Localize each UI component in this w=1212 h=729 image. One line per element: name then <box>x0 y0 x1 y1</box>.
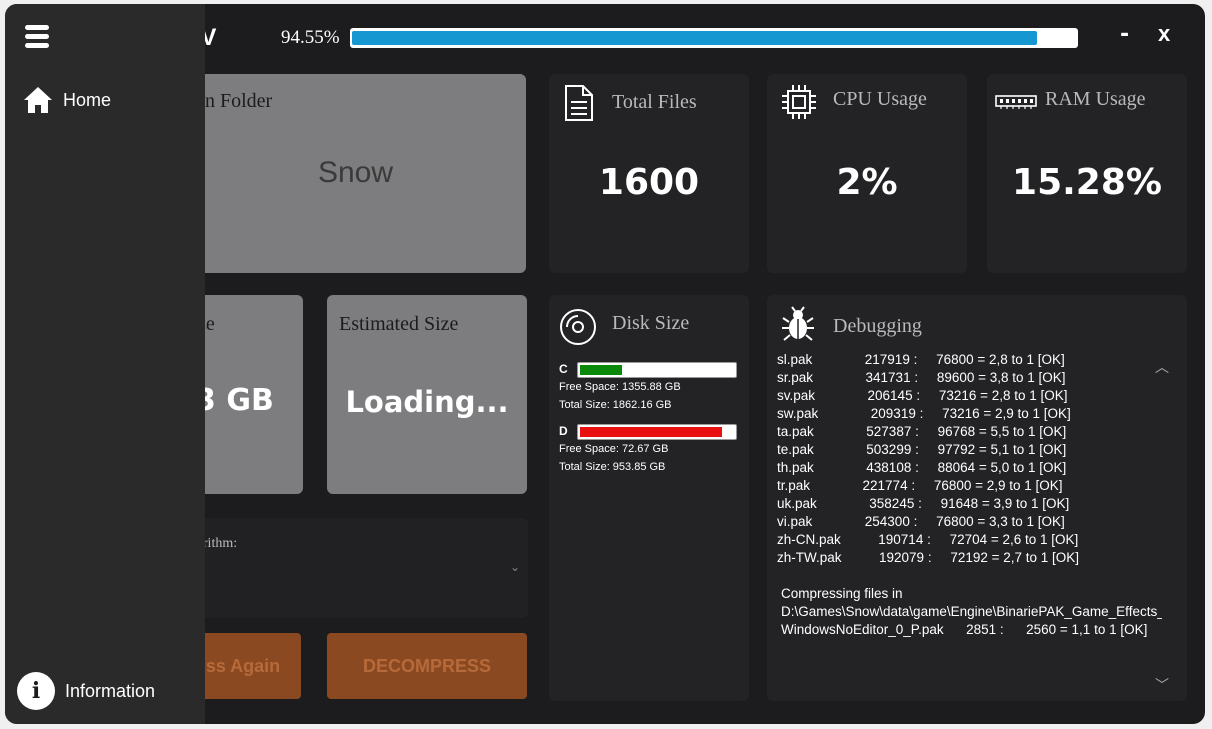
sidebar-item-label: Information <box>65 680 156 701</box>
log-row: vi.pak 254300 : 76800 = 3,3 to 1 [OK] <box>777 514 1065 529</box>
log-row: sv.pak 206145 : 73216 = 2,8 to 1 [OK] <box>777 388 1068 403</box>
disk-icon <box>560 309 596 345</box>
log-row: te.pak 503299 : 97792 = 5,1 to 1 [OK] <box>777 442 1067 457</box>
scroll-down-icon[interactable]: ﹀ <box>1155 675 1169 695</box>
sidebar: Home i Information <box>5 4 205 724</box>
progress-bar <box>350 28 1078 48</box>
log-row: sl.pak 217919 : 76800 = 2,8 to 1 [OK] <box>777 352 1065 367</box>
log-row: ta.pak 527387 : 96768 = 5,5 to 1 [OK] <box>777 424 1067 439</box>
decompress-button[interactable]: DECOMPRESS <box>327 633 527 699</box>
log-row: tr.pak 221774 : 76800 = 2,9 to 1 [OK] <box>777 478 1063 493</box>
total-files-value: 1600 <box>598 162 700 203</box>
log-row: zh-TW.pak 192079 : 72192 = 2,7 to 1 [OK] <box>777 550 1080 565</box>
bug-icon <box>782 306 814 341</box>
folder-name: Snow <box>317 156 394 189</box>
drive-c-total: Total Size: 1862.16 GB <box>559 399 672 411</box>
chevron-down-icon[interactable]: ⌄ <box>510 560 520 574</box>
log-row: zh-CN.pak 190714 : 72704 = 2,6 to 1 [OK] <box>777 532 1079 547</box>
drive-c-usage-fill <box>580 365 622 375</box>
estimated-size-title: Estimated Size <box>339 313 459 335</box>
file-icon <box>565 85 593 121</box>
log-row: sw.pak 209319 : 73216 = 2,9 to 1 [OK] <box>777 406 1071 421</box>
folder-card-title: n Folder <box>205 90 273 112</box>
size-value: 3 GB <box>195 383 274 418</box>
disk-size-title: Disk Size <box>612 312 690 334</box>
algorithm-select[interactable]: lgorithm: ⌄ <box>185 518 528 618</box>
debug-log[interactable]: sl.pak 217919 : 76800 = 2,8 to 1 [OK] sr… <box>777 351 1162 671</box>
drive-c-usage-bar <box>577 362 737 378</box>
cpu-usage-card: CPU Usage 2% <box>767 74 967 273</box>
drive-d-free: Free Space: 72.67 GB <box>559 443 669 455</box>
minimize-button[interactable]: - <box>1120 22 1129 47</box>
log-row: th.pak 438108 : 88064 = 5,0 to 1 [OK] <box>777 460 1067 475</box>
close-button[interactable]: x <box>1158 21 1170 47</box>
progress-percent: 94.55% <box>281 27 340 48</box>
folder-card[interactable]: n Folder Snow <box>185 74 526 273</box>
cpu-usage-title: CPU Usage <box>833 88 927 110</box>
drive-c-free: Free Space: 1355.88 GB <box>559 381 681 393</box>
sidebar-item-information[interactable]: i Information <box>17 669 197 713</box>
log-tail: Compressing files in D:\Games\Snow\data\… <box>781 586 1162 637</box>
info-icon: i <box>17 672 55 710</box>
total-files-card: Total Files 1600 <box>549 74 749 273</box>
progress-bar-fill <box>352 31 1037 45</box>
app-window: UV 94.55% - x n Folder Snow ze 3 GB Esti… <box>5 4 1205 724</box>
log-row: sr.pak 341731 : 89600 = 3,8 to 1 [OK] <box>777 370 1066 385</box>
debugging-title: Debugging <box>833 315 922 337</box>
total-files-title: Total Files <box>612 91 697 113</box>
drive-d-usage-bar <box>577 424 737 440</box>
cpu-icon <box>782 85 816 119</box>
ram-icon <box>995 95 1037 109</box>
drive-d-usage-fill <box>580 427 722 437</box>
log-row: uk.pak 358245 : 91648 = 3,9 to 1 [OK] <box>777 496 1070 511</box>
ram-usage-title: RAM Usage <box>1045 88 1146 110</box>
hamburger-menu-icon[interactable] <box>25 25 49 49</box>
estimated-size-card: Estimated Size Loading... <box>327 295 527 494</box>
ram-usage-value: 15.28% <box>1012 162 1162 203</box>
debugging-card: Debugging ︿ sl.pak 217919 : 76800 = 2,8 … <box>767 295 1187 701</box>
drive-c-letter: C <box>559 362 568 376</box>
sidebar-item-label: Home <box>63 89 112 110</box>
drive-d-letter: D <box>559 424 568 438</box>
disk-size-card: Disk Size C Free Space: 1355.88 GB Total… <box>549 295 749 701</box>
sidebar-item-home[interactable]: Home <box>23 82 193 118</box>
ram-usage-card: RAM Usage 15.28% <box>987 74 1187 273</box>
cpu-usage-value: 2% <box>836 162 898 203</box>
drive-d-total: Total Size: 953.85 GB <box>559 461 666 473</box>
estimated-size-value: Loading... <box>345 385 509 419</box>
home-icon <box>24 87 52 113</box>
